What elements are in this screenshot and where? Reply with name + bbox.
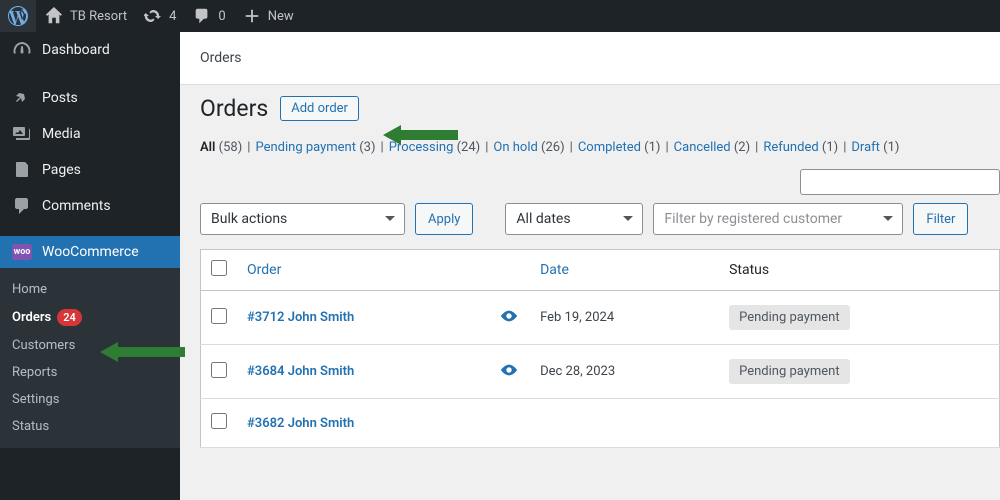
menu-dashboard[interactable]: Dashboard (0, 32, 180, 68)
update-icon (143, 6, 163, 26)
filter-all[interactable]: All (200, 140, 215, 155)
filter-refunded[interactable]: Refunded (763, 140, 818, 155)
updates-link[interactable]: 4 (135, 0, 184, 32)
filter-completed[interactable]: Completed (578, 140, 641, 155)
menu-media[interactable]: Media (0, 116, 180, 152)
customer-filter-select[interactable]: Filter by registered customer (653, 203, 903, 235)
submenu-orders[interactable]: Orders 24 (0, 303, 180, 332)
menu-label: Posts (42, 90, 78, 106)
site-name-link[interactable]: TB Resort (36, 0, 135, 32)
order-link[interactable]: #3682 John Smith (247, 416, 354, 431)
comments-link[interactable]: 0 (184, 0, 233, 32)
wp-logo[interactable] (0, 0, 36, 32)
filter-cancelled[interactable]: Cancelled (674, 140, 731, 155)
pin-icon (12, 88, 32, 108)
page-title: Orders (200, 95, 268, 122)
menu-woocommerce[interactable]: woo WooCommerce (0, 236, 180, 268)
woocommerce-icon: woo (12, 244, 32, 260)
preview-icon[interactable] (500, 368, 518, 383)
status-filters: All (58) | Pending payment (3) | Process… (200, 140, 1000, 155)
preview-icon[interactable] (500, 314, 518, 329)
dates-select[interactable]: All dates (505, 203, 643, 235)
menu-comments[interactable]: Comments (0, 188, 180, 224)
column-date[interactable]: Date (530, 250, 719, 291)
bulk-actions-select[interactable]: Bulk actions (200, 203, 405, 235)
status-badge: Pending payment (729, 305, 850, 330)
home-icon (44, 6, 64, 26)
media-icon (12, 124, 32, 144)
order-date: Feb 19, 2024 (530, 291, 719, 345)
filter-pending[interactable]: Pending payment (255, 140, 356, 155)
apply-button[interactable]: Apply (415, 203, 473, 235)
pages-icon (12, 160, 32, 180)
status-badge: Pending payment (729, 359, 850, 384)
order-date: Dec 28, 2023 (530, 345, 719, 399)
submenu-status[interactable]: Status (0, 413, 180, 440)
admin-bar: TB Resort 4 0 New (0, 0, 1000, 32)
menu-label: Media (42, 126, 81, 142)
orders-table: Order Date Status #3712 John Smith Feb 1… (200, 249, 1000, 448)
add-order-button[interactable]: Add order (280, 96, 359, 121)
order-link[interactable]: #3684 John Smith (247, 364, 354, 379)
sort-icon (285, 262, 293, 279)
comment-icon (192, 6, 212, 26)
plus-icon (242, 6, 262, 26)
admin-sidebar: Dashboard Posts Media Pages Comments woo… (0, 32, 180, 500)
filter-button[interactable]: Filter (913, 203, 968, 235)
sort-icon (573, 262, 581, 279)
filter-onhold[interactable]: On hold (493, 140, 537, 155)
new-link[interactable]: New (234, 0, 302, 32)
table-row: #3682 John Smith (201, 399, 1000, 448)
wordpress-icon (8, 6, 28, 26)
menu-posts[interactable]: Posts (0, 80, 180, 116)
site-name: TB Resort (70, 9, 127, 24)
submenu-home[interactable]: Home (0, 276, 180, 303)
column-status: Status (719, 250, 999, 291)
annotation-arrow (383, 121, 458, 153)
annotation-arrow (100, 338, 185, 370)
comments-count: 0 (218, 9, 225, 24)
new-label: New (268, 9, 294, 24)
comment-icon (12, 196, 32, 216)
menu-label: WooCommerce (42, 244, 139, 260)
select-all-checkbox[interactable] (211, 260, 227, 276)
row-checkbox[interactable] (211, 362, 227, 378)
content-area: Orders Orders Add order All (58) | Pendi… (180, 32, 1000, 500)
menu-label: Comments (42, 198, 111, 214)
table-row: #3684 John Smith Dec 28, 2023 Pending pa… (201, 345, 1000, 399)
menu-pages[interactable]: Pages (0, 152, 180, 188)
menu-label: Dashboard (42, 42, 110, 58)
column-order[interactable]: Order (237, 250, 490, 291)
row-checkbox[interactable] (211, 308, 227, 324)
orders-badge: 24 (57, 309, 82, 326)
updates-count: 4 (169, 9, 176, 24)
table-row: #3712 John Smith Feb 19, 2024 Pending pa… (201, 291, 1000, 345)
filter-draft[interactable]: Draft (851, 140, 880, 155)
dashboard-icon (12, 40, 32, 60)
submenu-settings[interactable]: Settings (0, 386, 180, 413)
order-link[interactable]: #3712 John Smith (247, 310, 354, 325)
search-input[interactable] (800, 169, 1000, 195)
row-checkbox[interactable] (211, 413, 227, 429)
menu-label: Pages (42, 162, 81, 178)
breadcrumb: Orders (180, 32, 1000, 85)
